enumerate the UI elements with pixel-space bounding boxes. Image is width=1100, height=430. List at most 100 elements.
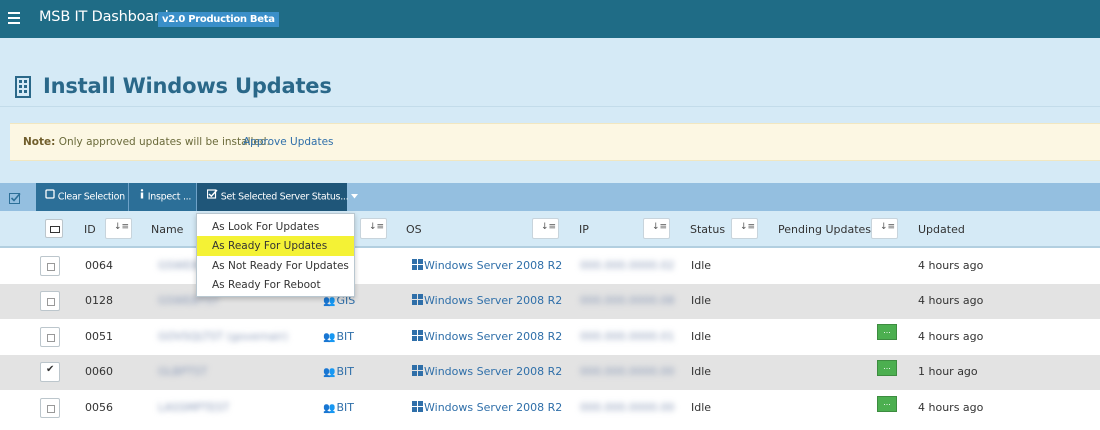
row-checkbox-checked[interactable] (40, 362, 60, 382)
sort-amount-icon: ↓≡ (541, 222, 557, 232)
users-icon: 👥 (323, 367, 336, 378)
cell-group[interactable]: 👥BIT (323, 401, 354, 414)
pending-updates-button[interactable]: ... (877, 324, 897, 340)
table-row[interactable]: 0056 LASSMPTEST 👥BIT Windows Server 2008… (0, 391, 1100, 426)
table-row[interactable]: 0128 GSWEBTST 👥GIS Windows Server 2008 R… (0, 284, 1100, 319)
note-alert: Note: Only approved updates will be inst… (10, 123, 1100, 161)
sort-id-button[interactable]: ↓≡ (105, 218, 132, 239)
sort-amount-icon: ↓≡ (369, 222, 385, 232)
menu-item-look-for-updates[interactable]: As Look For Updates (197, 217, 354, 237)
menu-item-not-ready-for-updates[interactable]: As Not Ready For Updates (197, 256, 354, 276)
select-all-check-icon[interactable] (9, 189, 21, 204)
cell-ip: 000.000.0000.02 (580, 259, 675, 272)
sort-pending-button[interactable]: ↓≡ (871, 218, 898, 239)
app-title[interactable]: MSB IT Dashboard (39, 9, 169, 25)
sort-amount-icon: ↓≡ (740, 222, 756, 232)
cell-group[interactable]: 👥BIT (323, 330, 354, 343)
clear-selection-button[interactable]: Clear Selection (36, 183, 128, 211)
note-text: Note: Only approved updates will be inst… (23, 136, 270, 148)
menu-item-ready-for-updates[interactable]: As Ready For Updates (197, 236, 354, 256)
cell-id: 0051 (85, 330, 113, 343)
check-square-icon (206, 183, 218, 211)
cell-ip: 000.000.0000.08 (580, 294, 675, 307)
cell-updated: 1 hour ago (918, 365, 978, 378)
cell-os[interactable]: Windows Server 2008 R2 (412, 294, 562, 307)
column-header-status: Status (690, 223, 726, 236)
note-label: Note: (23, 136, 56, 148)
cell-id: 0064 (85, 259, 113, 272)
set-status-dropdown-menu: As Look For Updates As Ready For Updates… (196, 213, 355, 297)
row-checkbox[interactable] (40, 291, 60, 311)
cell-os[interactable]: Windows Server 2008 R2 (412, 365, 562, 378)
sort-os-button[interactable]: ↓≡ (532, 218, 559, 239)
cell-ip: 000.000.0000.01 (580, 330, 675, 343)
menu-item-ready-for-reboot[interactable]: As Ready For Reboot (197, 275, 354, 295)
header-divider (0, 106, 1100, 107)
table-row[interactable]: 0060 GLBPTST 👥BIT Windows Server 2008 R2… (0, 355, 1100, 390)
inspect-label: Inspect ... (147, 191, 192, 203)
group-link[interactable]: BIT (336, 330, 354, 343)
version-badge: v2.0 Production Beta (158, 12, 279, 27)
column-header-id: ID (84, 223, 96, 236)
cell-status: Idle (691, 365, 712, 378)
note-message: Only approved updates will be installed. (58, 136, 270, 148)
os-link[interactable]: Windows Server 2008 R2 (424, 330, 562, 343)
table-row[interactable]: 0051 GOVSQLTST (governair) 👥BIT Windows … (0, 320, 1100, 355)
clear-selection-label: Clear Selection (57, 191, 125, 203)
pending-updates-button[interactable]: ... (877, 360, 897, 376)
cell-id: 0056 (85, 401, 113, 414)
windows-icon (412, 294, 423, 305)
windows-icon (412, 259, 423, 270)
sort-amount-icon: ↓≡ (114, 222, 130, 232)
cell-ip: 000.000.0000.00 (580, 365, 675, 378)
info-icon (139, 183, 145, 211)
cell-ip: 000.000.0000.00 (580, 401, 675, 414)
inspect-button[interactable]: Inspect ... (129, 183, 196, 211)
cell-updated: 4 hours ago (918, 259, 984, 272)
row-checkbox[interactable] (40, 398, 60, 418)
row-checkbox[interactable] (40, 256, 60, 276)
users-icon: 👥 (323, 332, 336, 343)
sort-ip-button[interactable]: ↓≡ (643, 218, 670, 239)
page-header (0, 38, 1100, 183)
column-header-name: Name (151, 223, 184, 236)
sort-amount-icon: ↓≡ (880, 222, 896, 232)
cell-os[interactable]: Windows Server 2008 R2 (412, 259, 562, 272)
os-link[interactable]: Windows Server 2008 R2 (424, 401, 562, 414)
column-header-updated: Updated (918, 223, 965, 236)
toolbar: Clear Selection Inspect ... Set Selected… (0, 183, 1100, 211)
set-status-label: Set Selected Server Status... (220, 191, 349, 203)
pending-updates-button[interactable]: ... (877, 396, 897, 412)
column-header-ip: IP (579, 223, 589, 236)
cell-status: Idle (691, 294, 712, 307)
os-link[interactable]: Windows Server 2008 R2 (424, 294, 562, 307)
os-link[interactable]: Windows Server 2008 R2 (424, 259, 562, 272)
users-icon: 👥 (323, 296, 336, 307)
users-icon: 👥 (323, 403, 336, 414)
top-bar: MSB IT Dashboard v2.0 Production Beta (0, 0, 1100, 38)
cell-os[interactable]: Windows Server 2008 R2 (412, 330, 562, 343)
hamburger-menu-icon[interactable] (8, 12, 20, 24)
table-row[interactable]: 0064 GSWEB01 Windows Server 2008 R2 000.… (0, 249, 1100, 284)
cell-name: LASSMPTEST (158, 401, 230, 414)
cell-group[interactable]: 👥BIT (323, 365, 354, 378)
windows-icon (412, 330, 423, 341)
select-all-checkbox[interactable] (45, 219, 63, 238)
os-link[interactable]: Windows Server 2008 R2 (424, 365, 562, 378)
cell-status: Idle (691, 259, 712, 272)
cell-updated: 4 hours ago (918, 401, 984, 414)
cell-updated: 4 hours ago (918, 294, 984, 307)
row-checkbox[interactable] (40, 327, 60, 347)
cell-status: Idle (691, 330, 712, 343)
group-link[interactable]: BIT (336, 401, 354, 414)
set-server-status-button[interactable]: Set Selected Server Status... (197, 183, 359, 211)
cell-updated: 4 hours ago (918, 330, 984, 343)
sort-status-button[interactable]: ↓≡ (731, 218, 758, 239)
sort-group-button[interactable]: ↓≡ (360, 218, 387, 239)
cell-name: GOVSQLTST (governair) (158, 330, 288, 343)
cell-os[interactable]: Windows Server 2008 R2 (412, 401, 562, 414)
approve-updates-link[interactable]: Approve Updates (243, 136, 334, 148)
cell-id: 0128 (85, 294, 113, 307)
group-link[interactable]: BIT (336, 365, 354, 378)
page-title: Install Windows Updates (43, 74, 332, 98)
